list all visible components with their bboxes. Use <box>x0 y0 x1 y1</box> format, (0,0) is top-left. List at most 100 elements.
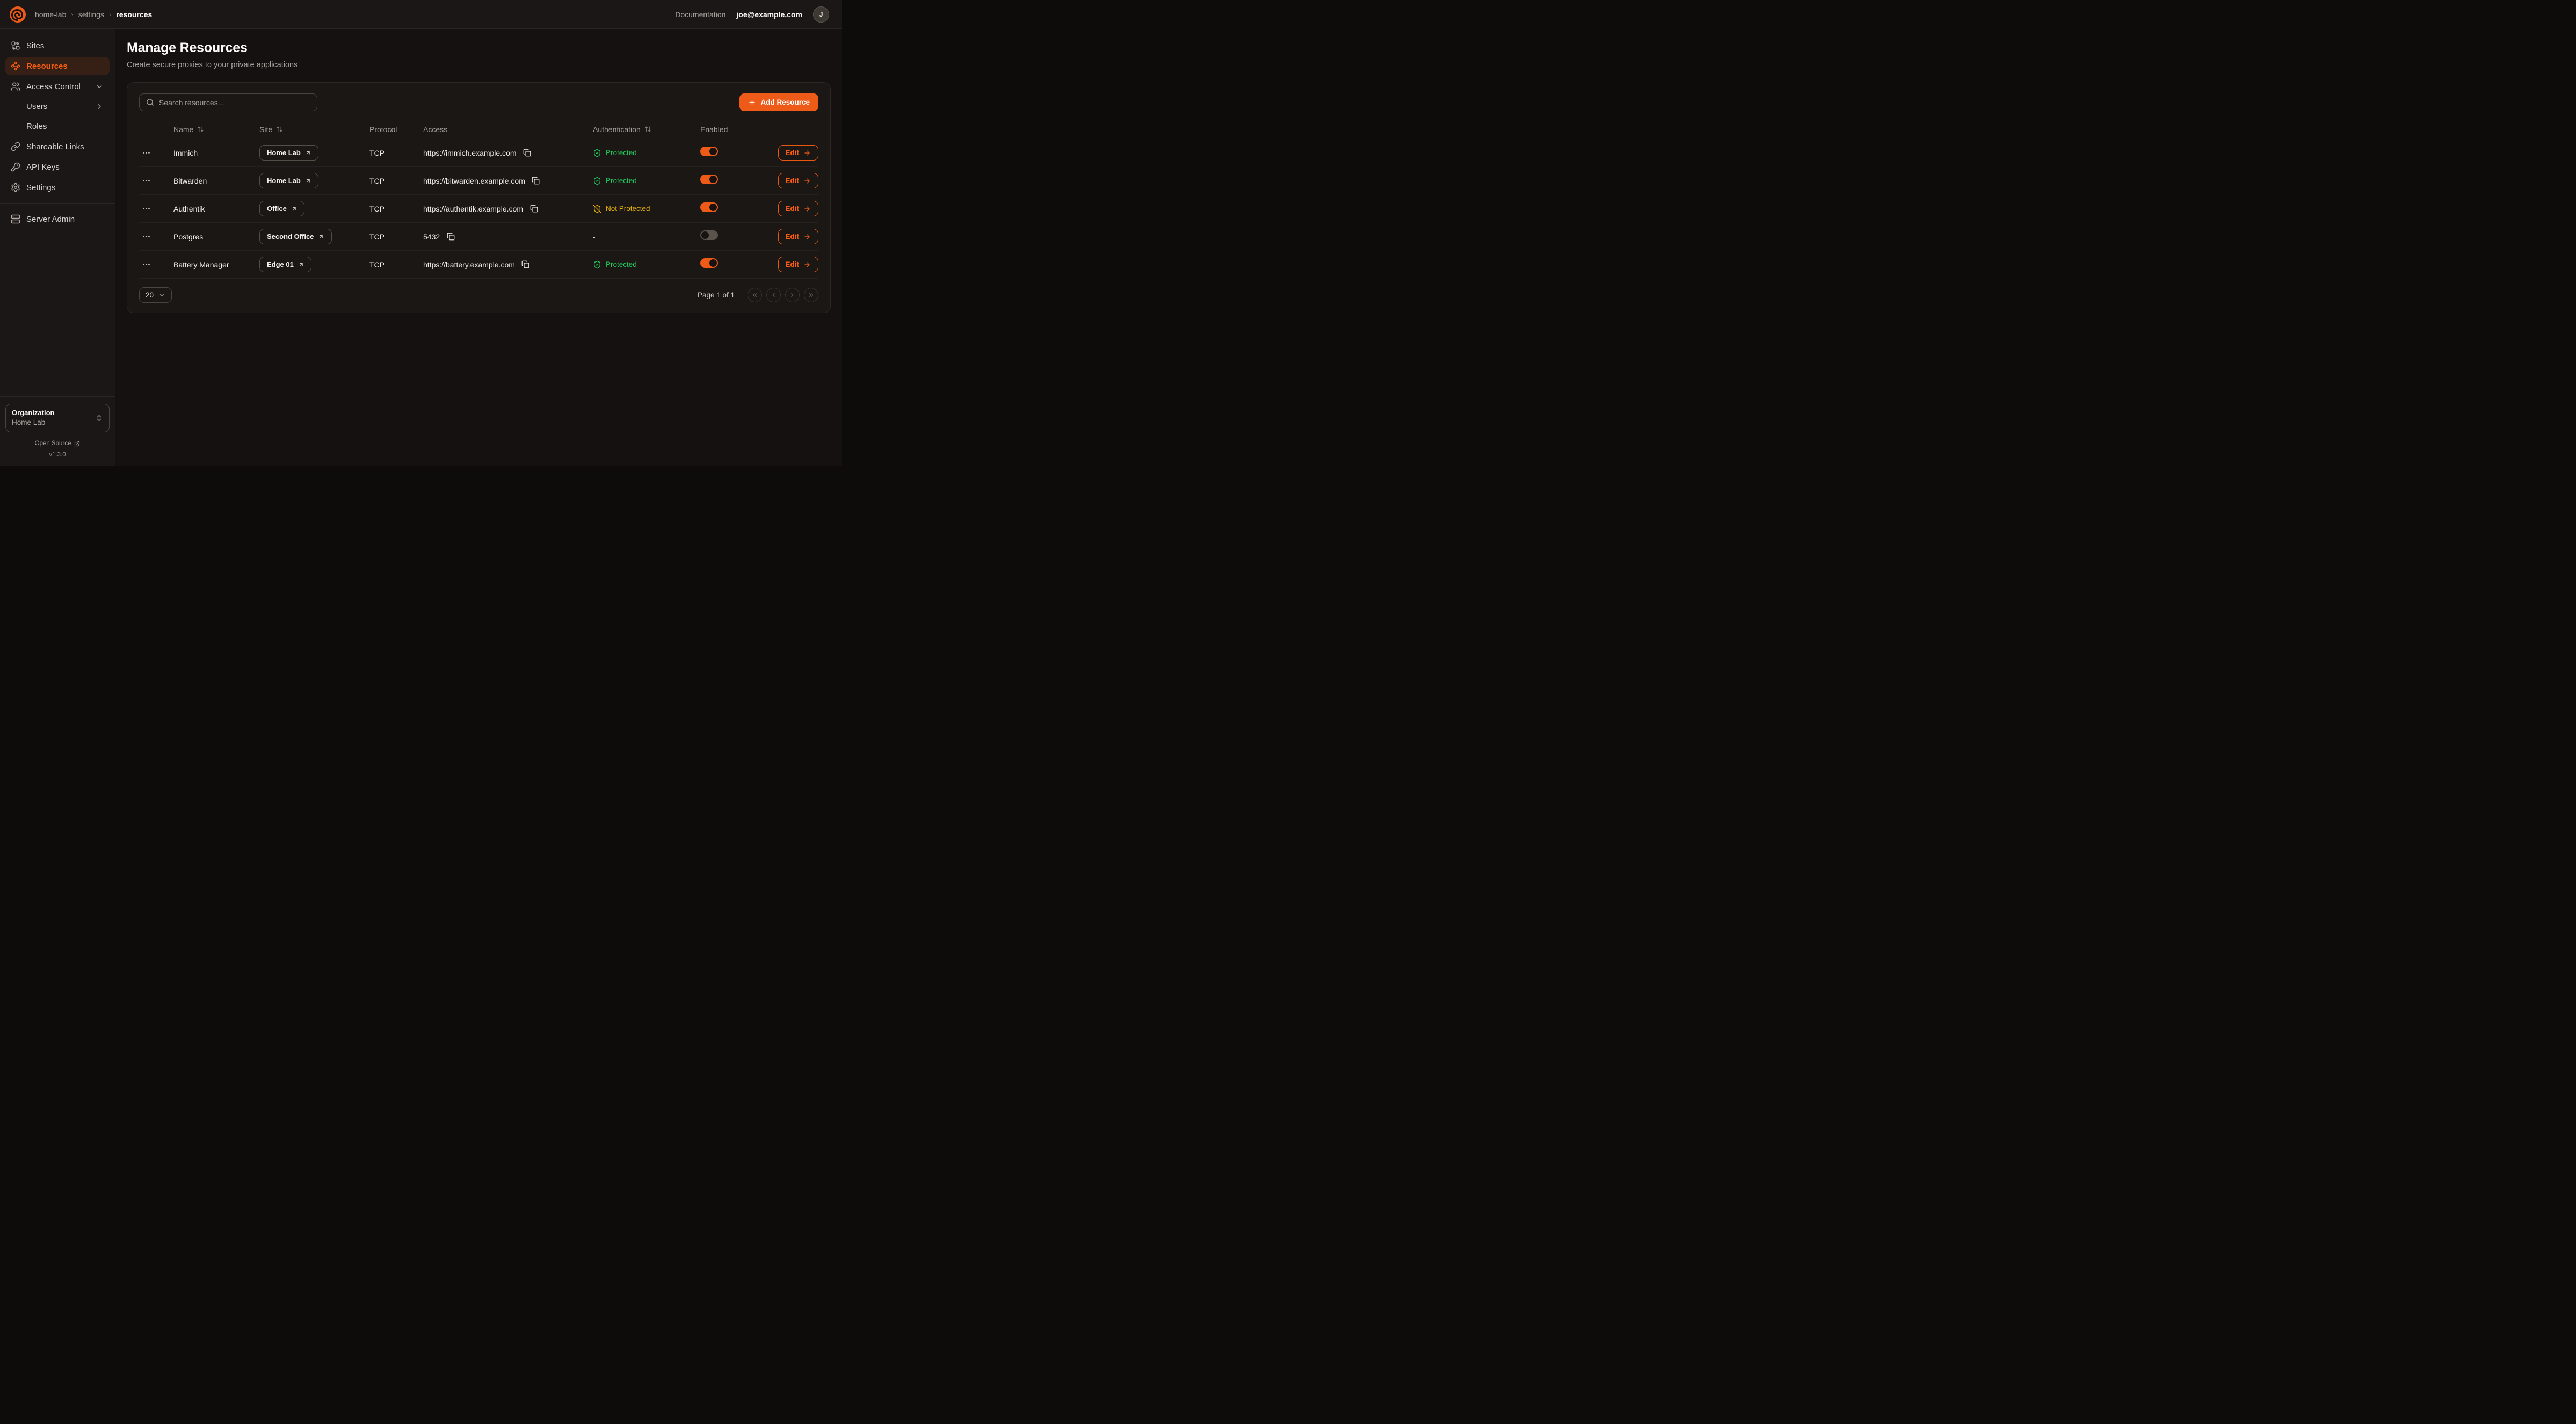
edit-button[interactable]: Edit <box>778 173 819 188</box>
resource-protocol: TCP <box>369 233 423 241</box>
edit-button[interactable]: Edit <box>778 201 819 216</box>
site-link-badge[interactable]: Home Lab <box>259 173 318 188</box>
documentation-link[interactable]: Documentation <box>675 10 725 19</box>
main-content: Manage Resources Create secure proxies t… <box>115 29 842 466</box>
enabled-toggle[interactable] <box>700 258 718 268</box>
copy-button[interactable] <box>531 176 541 186</box>
site-link-badge[interactable]: Edge 01 <box>259 257 311 272</box>
next-page-button[interactable] <box>785 288 800 302</box>
column-header-site[interactable]: Site <box>259 125 369 134</box>
resource-access: 5432 <box>423 233 440 241</box>
arrow-up-right-icon <box>305 178 311 184</box>
row-menu-button[interactable] <box>139 230 153 244</box>
resource-protocol: TCP <box>369 149 423 157</box>
resource-access: https://authentik.example.com <box>423 205 523 213</box>
chevron-down-icon <box>158 292 165 299</box>
sidebar-item-shareable-links[interactable]: Shareable Links <box>5 137 110 156</box>
enabled-toggle[interactable] <box>700 147 718 156</box>
sidebar-item-label: Users <box>26 102 47 111</box>
chevron-right-icon <box>789 292 796 299</box>
copy-icon <box>532 177 540 185</box>
resource-name: Bitwarden <box>173 177 259 185</box>
resource-name: Battery Manager <box>173 260 259 269</box>
row-menu-button[interactable] <box>139 174 153 188</box>
site-link-badge[interactable]: Second Office <box>259 229 332 244</box>
edit-button[interactable]: Edit <box>778 145 819 161</box>
site-link-badge[interactable]: Office <box>259 201 304 216</box>
table-row: Battery Manager Edge 01 TCP https://batt… <box>139 251 818 279</box>
column-header-access: Access <box>423 125 593 134</box>
chevron-left-icon <box>770 292 777 299</box>
sidebar-item-label: Roles <box>26 122 47 131</box>
shield-check-icon <box>593 177 601 185</box>
copy-button[interactable] <box>529 204 539 214</box>
auth-status: Protected <box>593 149 700 157</box>
breadcrumb: home-lab › settings › resources <box>35 10 152 19</box>
avatar[interactable]: J <box>813 6 829 23</box>
row-menu-button[interactable] <box>139 146 153 160</box>
auth-status: Protected <box>593 260 700 269</box>
column-header-protocol: Protocol <box>369 125 423 134</box>
last-page-button[interactable] <box>804 288 818 302</box>
add-resource-button[interactable]: Add Resource <box>739 93 818 111</box>
copy-button[interactable] <box>521 260 531 270</box>
edit-button[interactable]: Edit <box>778 257 819 272</box>
top-bar: home-lab › settings › resources Document… <box>0 0 842 29</box>
sidebar-item-access-control[interactable]: Access Control <box>5 77 110 96</box>
auth-status: Protected <box>593 177 700 185</box>
sidebar-item-label: Server Admin <box>26 215 75 224</box>
copy-button[interactable] <box>446 232 455 242</box>
server-icon <box>11 214 20 224</box>
resource-protocol: TCP <box>369 177 423 185</box>
sidebar-item-resources[interactable]: Resources <box>5 57 110 75</box>
open-source-link[interactable]: Open Source <box>5 440 110 447</box>
enabled-toggle[interactable] <box>700 230 718 240</box>
arrow-right-icon <box>803 177 811 185</box>
enabled-toggle[interactable] <box>700 175 718 184</box>
arrow-right-icon <box>803 233 811 241</box>
column-header-name[interactable]: Name <box>173 125 259 134</box>
sidebar-item-server-admin[interactable]: Server Admin <box>5 210 110 228</box>
column-header-authentication[interactable]: Authentication <box>593 125 700 134</box>
sidebar-divider <box>0 203 115 204</box>
resource-access: https://immich.example.com <box>423 149 517 157</box>
site-link-badge[interactable]: Home Lab <box>259 145 318 161</box>
sidebar-item-users[interactable]: Users <box>5 98 110 115</box>
key-icon <box>11 162 20 172</box>
search-input[interactable] <box>159 98 310 107</box>
user-email[interactable]: joe@example.com <box>736 10 802 19</box>
breadcrumb-org[interactable]: home-lab <box>35 10 66 19</box>
page-size-select[interactable]: 20 <box>139 287 172 303</box>
sidebar-footer: Organization Home Lab Open Source v1.3.0 <box>0 396 115 466</box>
copy-button[interactable] <box>523 148 532 158</box>
copy-icon <box>530 205 538 213</box>
sites-icon <box>11 41 20 50</box>
sidebar-item-roles[interactable]: Roles <box>5 118 110 135</box>
organization-value: Home Lab <box>12 418 91 428</box>
breadcrumb-settings[interactable]: settings <box>78 10 104 19</box>
edit-button[interactable]: Edit <box>778 229 819 244</box>
resources-icon <box>11 61 20 71</box>
row-menu-button[interactable] <box>139 258 153 272</box>
arrow-up-right-icon <box>318 234 324 240</box>
sidebar-item-api-keys[interactable]: API Keys <box>5 158 110 176</box>
sidebar-item-sites[interactable]: Sites <box>5 37 110 55</box>
previous-page-button[interactable] <box>766 288 781 302</box>
topbar-right: Documentation joe@example.com J <box>675 6 829 23</box>
ellipsis-icon <box>142 176 151 185</box>
row-menu-button[interactable] <box>139 202 153 216</box>
breadcrumb-separator: › <box>109 10 111 18</box>
sidebar-item-label: Settings <box>26 183 55 192</box>
resource-access: https://bitwarden.example.com <box>423 177 525 185</box>
organization-label: Organization <box>12 408 91 418</box>
table-row: Bitwarden Home Lab TCP https://bitwarden… <box>139 167 818 195</box>
enabled-toggle[interactable] <box>700 202 718 212</box>
external-link-icon <box>74 441 80 447</box>
sidebar-item-settings[interactable]: Settings <box>5 178 110 197</box>
pagination: 20 Page 1 of 1 <box>139 287 818 303</box>
add-resource-label: Add Resource <box>760 98 810 106</box>
app-window: home-lab › settings › resources Document… <box>0 0 842 466</box>
organization-selector[interactable]: Organization Home Lab <box>5 404 110 432</box>
first-page-button[interactable] <box>748 288 762 302</box>
pangolin-logo[interactable] <box>9 5 27 24</box>
